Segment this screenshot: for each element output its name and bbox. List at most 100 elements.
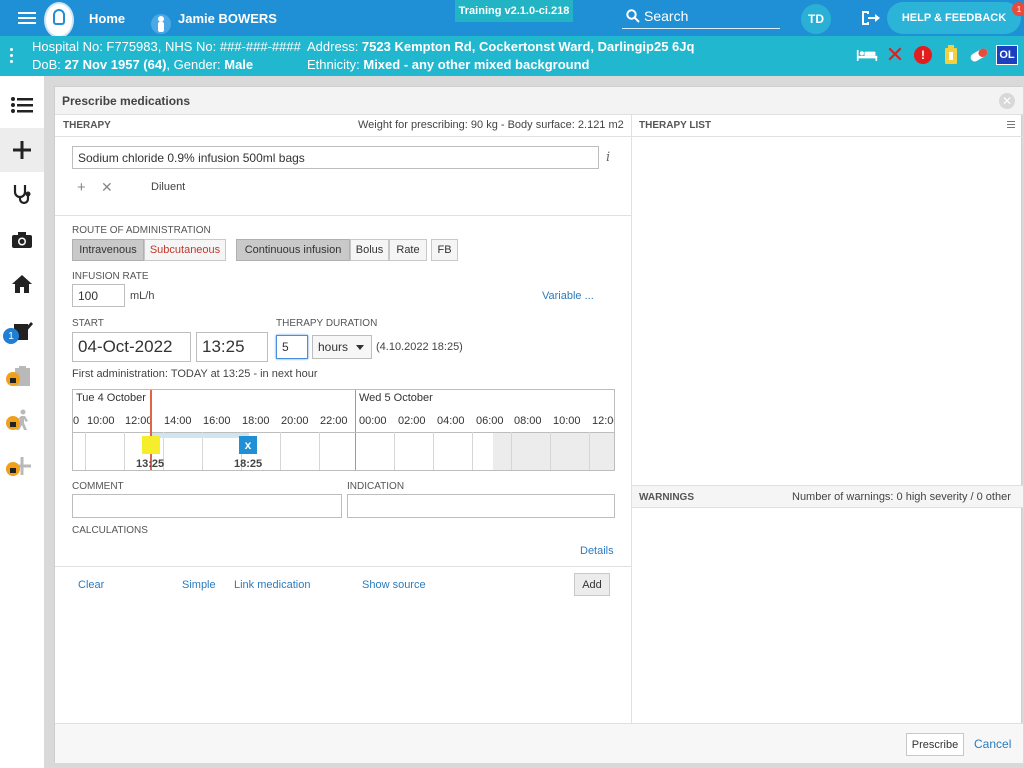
lock-icon bbox=[6, 462, 20, 476]
gender-value: Male bbox=[224, 57, 254, 72]
timeline-hour: 06:00 bbox=[476, 415, 504, 427]
comment-input[interactable] bbox=[72, 494, 342, 518]
medication-field[interactable]: Sodium chloride 0.9% infusion 500ml bags bbox=[72, 146, 599, 169]
comment-label: COMMENT bbox=[72, 481, 124, 492]
timeline-hour: 14:00 bbox=[164, 415, 192, 427]
timeline-hour: 20:00 bbox=[281, 415, 309, 427]
pill-icon[interactable] bbox=[968, 44, 990, 66]
red-x-icon[interactable]: ✕ bbox=[884, 43, 906, 68]
app-logo bbox=[44, 2, 74, 38]
timeline-day-1: Tue 4 October bbox=[76, 392, 146, 404]
battery-icon[interactable] bbox=[940, 44, 962, 66]
left-sidebar: 1 bbox=[0, 76, 44, 768]
variable-link[interactable]: Variable ... bbox=[542, 290, 594, 302]
info-icon[interactable]: i bbox=[606, 150, 610, 165]
ol-badge[interactable]: OL bbox=[996, 45, 1018, 65]
duration-end: (4.10.2022 18:25) bbox=[376, 341, 463, 353]
rate-button[interactable]: Rate bbox=[389, 239, 427, 261]
menu-icon[interactable] bbox=[18, 0, 38, 36]
lock-icon bbox=[6, 372, 20, 386]
timeline-hour: 16:00 bbox=[203, 415, 231, 427]
route-intravenous-button[interactable]: Intravenous bbox=[72, 239, 144, 261]
fb-button[interactable]: FB bbox=[431, 239, 458, 261]
administration-timeline[interactable]: Tue 4 October Wed 5 October 0 10:00 12:0… bbox=[72, 389, 615, 471]
bolus-button[interactable]: Bolus bbox=[350, 239, 389, 261]
bed-icon[interactable] bbox=[856, 44, 878, 66]
simple-link[interactable]: Simple bbox=[182, 579, 216, 591]
clear-link[interactable]: Clear bbox=[78, 579, 104, 591]
hospital-nhs-number: Hospital No: F775983, NHS No: ###-###-##… bbox=[32, 39, 301, 54]
more-options-icon[interactable] bbox=[10, 48, 14, 66]
chevron-down-icon bbox=[356, 344, 365, 350]
end-marker[interactable]: x bbox=[239, 436, 257, 454]
continuous-infusion-button[interactable]: Continuous infusion bbox=[236, 239, 350, 261]
stethoscope-icon[interactable] bbox=[8, 180, 36, 208]
timeline-hour: 10:00 bbox=[553, 415, 581, 427]
help-feedback-button[interactable]: HELP & FEEDBACK bbox=[887, 2, 1021, 34]
first-administration: First administration: TODAY at 13:25 - i… bbox=[72, 368, 318, 380]
timeline-hour: 12:00 bbox=[592, 415, 614, 427]
timeline-hour: 18:00 bbox=[242, 415, 270, 427]
therapy-list-heading: THERAPY LIST bbox=[639, 120, 712, 131]
timeline-day-2: Wed 5 October bbox=[359, 392, 433, 404]
home-icon[interactable] bbox=[8, 270, 36, 298]
patient-name[interactable]: Jamie BOWERS bbox=[178, 0, 277, 36]
timeline-hour: 10:00 bbox=[87, 415, 115, 427]
timeline-hour: 22:00 bbox=[320, 415, 348, 427]
dob-gender: DoB: 27 Nov 1957 (64), Gender: Male bbox=[32, 57, 254, 72]
patient-banner: Hospital No: F775983, NHS No: ###-###-##… bbox=[0, 36, 1024, 76]
infusion-unit: mL/h bbox=[130, 290, 155, 302]
patient-ethnicity: Ethnicity: Mixed - any other mixed backg… bbox=[307, 57, 590, 72]
user-avatar[interactable]: TD bbox=[801, 4, 831, 34]
route-label: ROUTE OF ADMINISTRATION bbox=[72, 225, 211, 236]
indication-input[interactable] bbox=[347, 494, 615, 518]
add-button[interactable]: Add bbox=[574, 573, 610, 596]
prescribe-medications-dialog: Prescribe medications ✕ THERAPY Weight f… bbox=[54, 86, 1023, 763]
start-time-input[interactable]: 13:25 bbox=[196, 332, 268, 362]
top-nav-bar: Home Jamie BOWERS Training v2.1.0-ci.218… bbox=[0, 0, 1024, 38]
start-marker[interactable] bbox=[142, 436, 160, 454]
weight-info: Weight for prescribing: 90 kg - Body sur… bbox=[358, 119, 624, 131]
dialog-header: Prescribe medications ✕ bbox=[55, 87, 1023, 115]
duration-unit-select[interactable]: hours bbox=[312, 335, 372, 359]
warnings-count: Number of warnings: 0 high severity / 0 … bbox=[792, 491, 1011, 503]
remove-icon[interactable]: ✕ bbox=[101, 179, 113, 196]
link-medication-link[interactable]: Link medication bbox=[234, 579, 310, 591]
list-icon[interactable] bbox=[8, 91, 36, 119]
details-link[interactable]: Details bbox=[580, 545, 614, 557]
therapy-list-menu-icon[interactable] bbox=[1007, 121, 1015, 128]
timeline-hour: 02:00 bbox=[398, 415, 426, 427]
add-diluent-icon[interactable]: + bbox=[77, 179, 86, 196]
patient-address: Address: 7523 Kempton Rd, Cockertonst Wa… bbox=[307, 39, 695, 54]
home-link[interactable]: Home bbox=[89, 0, 125, 36]
close-icon[interactable]: ✕ bbox=[999, 93, 1015, 109]
dob-value: 27 Nov 1957 (64) bbox=[64, 57, 167, 72]
cancel-link[interactable]: Cancel bbox=[974, 737, 1011, 751]
start-date-input[interactable]: 04-Oct-2022 bbox=[72, 332, 191, 362]
dialog-title: Prescribe medications bbox=[62, 94, 191, 108]
calculations-label: CALCULATIONS bbox=[72, 525, 148, 536]
warnings-heading: WARNINGS bbox=[639, 492, 694, 503]
lock-icon bbox=[6, 416, 20, 430]
show-source-link[interactable]: Show source bbox=[362, 579, 426, 591]
duration-label: THERAPY DURATION bbox=[276, 318, 378, 329]
infusion-rate-input[interactable]: 100 bbox=[72, 284, 125, 307]
start-time-label: 13:25 bbox=[136, 458, 165, 470]
duration-input[interactable]: 5 bbox=[276, 335, 308, 359]
search-icon bbox=[626, 8, 640, 23]
start-label: START bbox=[72, 318, 104, 329]
end-time-label: 18:25 bbox=[234, 458, 263, 470]
indication-label: INDICATION bbox=[347, 481, 405, 492]
infusion-rate-label: INFUSION RATE bbox=[72, 271, 149, 282]
timeline-hour: 12:00 bbox=[125, 415, 153, 427]
add-icon[interactable] bbox=[0, 128, 44, 172]
route-subcutaneous-button[interactable]: Subcutaneous bbox=[144, 239, 226, 261]
alert-icon[interactable]: ! bbox=[912, 44, 934, 66]
logout-icon[interactable] bbox=[860, 9, 880, 30]
training-badge: Training v2.1.0-ci.218 bbox=[455, 0, 573, 22]
notification-badge: 1 bbox=[3, 328, 19, 344]
help-notification-badge: 1 bbox=[1012, 2, 1024, 16]
search-field[interactable]: Search bbox=[622, 3, 780, 29]
camera-icon[interactable] bbox=[8, 226, 36, 254]
prescribe-button[interactable]: Prescribe bbox=[906, 733, 964, 756]
